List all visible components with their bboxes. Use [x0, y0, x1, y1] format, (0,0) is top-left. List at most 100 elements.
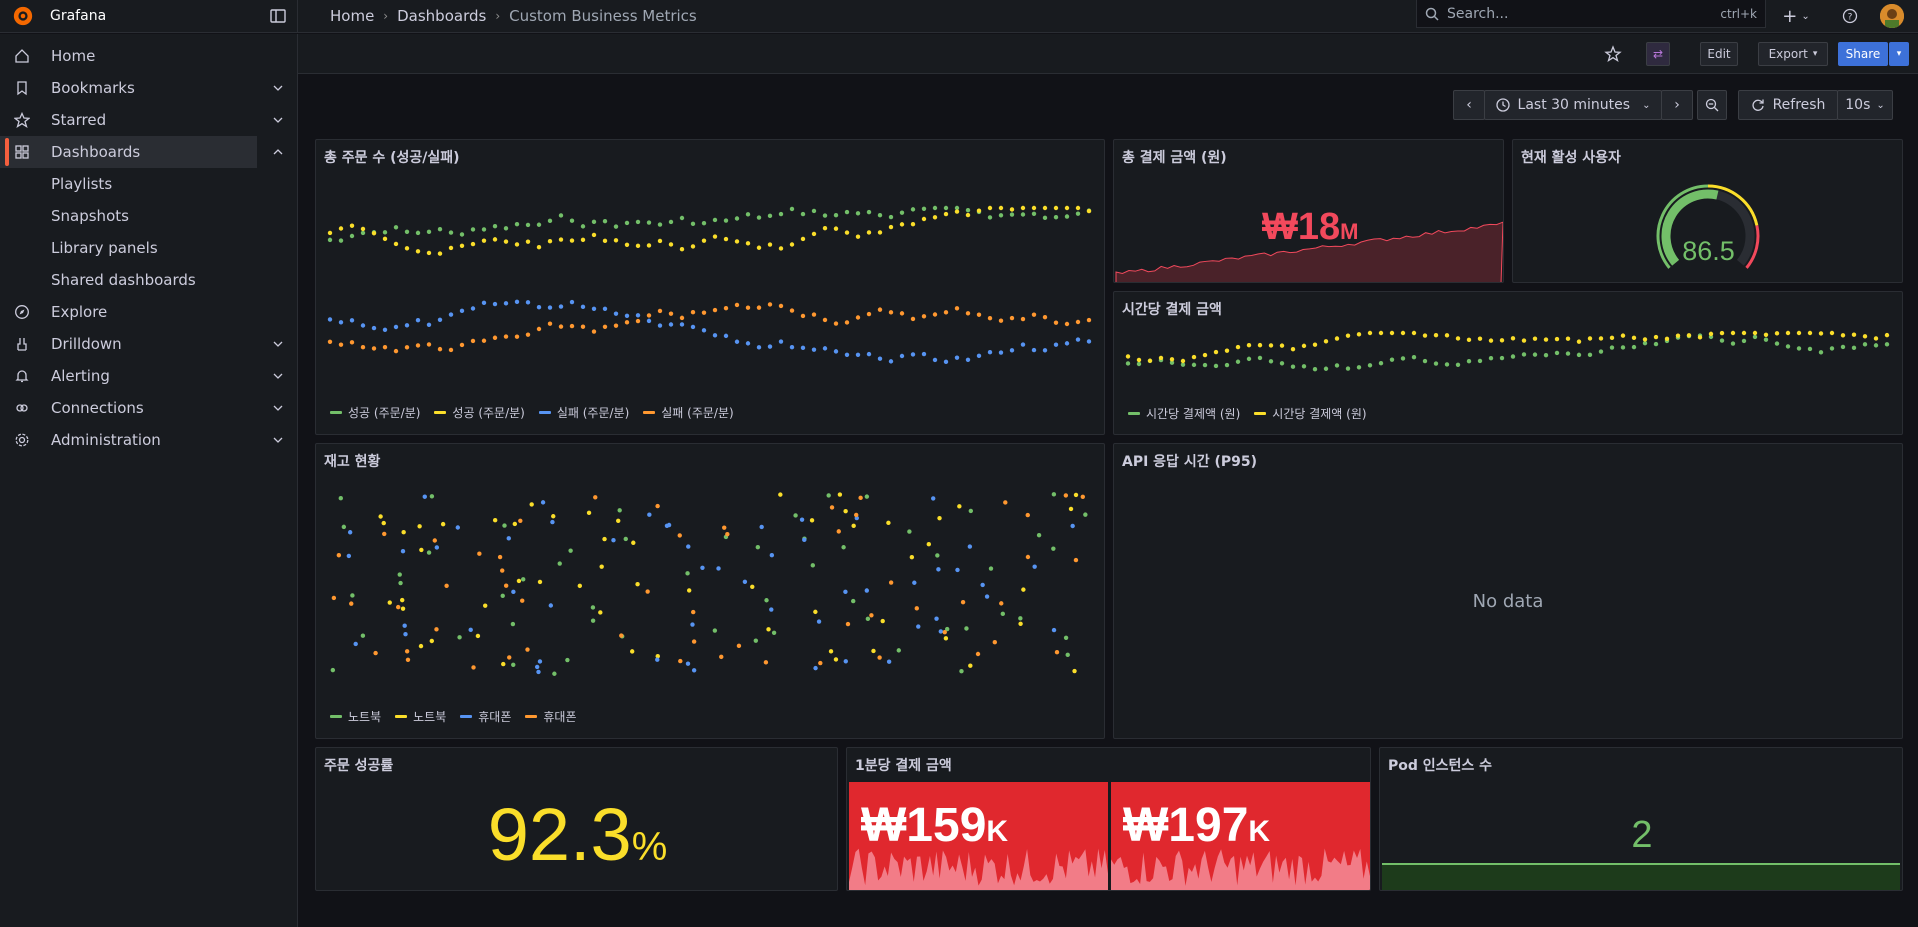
- chevron-down-icon[interactable]: [272, 370, 284, 382]
- scatter-point: [965, 357, 971, 362]
- scatter-point: [723, 333, 729, 339]
- nav-item-starred[interactable]: Starred: [0, 104, 297, 136]
- search-input[interactable]: Search... ctrl+k: [1416, 0, 1766, 28]
- scatter-point: [514, 221, 520, 227]
- nav-item-dashboards[interactable]: Dashboards: [0, 136, 283, 168]
- scatter-point: [371, 325, 377, 331]
- edit-button[interactable]: Edit: [1700, 42, 1738, 66]
- chevron-down-icon[interactable]: [272, 114, 284, 126]
- scatter-point: [381, 520, 386, 526]
- scatter-point: [1086, 317, 1092, 323]
- scatter-point: [943, 205, 949, 211]
- share-menu-button[interactable]: ▾: [1889, 42, 1909, 66]
- time-picker-button[interactable]: Last 30 minutes ⌄: [1484, 90, 1662, 120]
- scatter-point: [518, 518, 523, 523]
- chevron-down-icon[interactable]: [272, 402, 284, 414]
- legend-item[interactable]: 시간당 결제액 (원): [1128, 405, 1240, 422]
- chevron-up-icon[interactable]: [272, 146, 284, 158]
- scatter-point: [1774, 341, 1780, 346]
- panel-api-latency[interactable]: API 응답 시간 (P95) No data: [1113, 443, 1903, 739]
- scatter-point: [404, 229, 410, 235]
- export-button[interactable]: Export ▾: [1758, 42, 1828, 66]
- legend-item[interactable]: 실패 (주문/분): [643, 404, 734, 421]
- panel-hourly-payment[interactable]: 시간당 결제 금액 시간당 결제액 (원) 시간당 결제액 (원): [1113, 291, 1903, 435]
- dock-menu-icon[interactable]: [269, 7, 287, 25]
- legend-item[interactable]: 노트북: [395, 708, 446, 725]
- nav-subitem-playlists[interactable]: Playlists: [0, 168, 297, 200]
- breadcrumb-dashboards[interactable]: Dashboards: [397, 7, 486, 25]
- nav-item-home[interactable]: Home: [0, 40, 297, 72]
- scatter-point: [965, 212, 971, 218]
- scatter-point: [481, 338, 487, 343]
- refresh-button[interactable]: Refresh: [1738, 90, 1838, 120]
- scatter-point: [1072, 668, 1077, 674]
- panel-total-orders[interactable]: 총 주문 수 (성공/실패) 성공 (주문/분) 성공 (주문/분) 실패 (주문/…: [315, 139, 1105, 435]
- scatter-point: [1064, 214, 1070, 219]
- panel-pod-count[interactable]: Pod 인스턴스 수 2: [1379, 747, 1903, 891]
- scatter-point: [854, 512, 859, 518]
- scatter-point: [503, 239, 509, 244]
- breadcrumb-home[interactable]: Home: [330, 7, 374, 25]
- legend-item[interactable]: 성공 (주문/분): [330, 404, 420, 421]
- nav-item-administration[interactable]: Administration: [0, 424, 297, 456]
- legend-label: 휴대폰: [478, 710, 512, 724]
- scatter-point: [1367, 363, 1373, 368]
- nav-subitem-shared-dashboards[interactable]: Shared dashboards: [0, 264, 297, 296]
- scatter-point: [745, 212, 751, 217]
- chevron-down-icon[interactable]: [272, 338, 284, 350]
- per-minute-number-2: ₩197: [1123, 799, 1249, 852]
- legend-item[interactable]: 휴대폰: [460, 708, 511, 725]
- payment-value: ₩18M: [1262, 206, 1358, 249]
- nav-item-drilldown[interactable]: Drilldown: [0, 328, 297, 360]
- panel-per-minute-payment[interactable]: 1분당 결제 금액 ₩159K ₩197K: [846, 747, 1371, 891]
- scatter-point: [1053, 320, 1059, 325]
- star-icon[interactable]: [1604, 45, 1622, 63]
- panel-active-users[interactable]: 현재 활성 사용자 86.5: [1512, 139, 1903, 283]
- scatter-point: [481, 238, 487, 243]
- help-button[interactable]: ?: [1840, 5, 1860, 27]
- scatter-point: [1042, 314, 1048, 320]
- nav-item-explore[interactable]: Explore: [0, 296, 297, 328]
- nav-item-alerting[interactable]: Alerting: [0, 360, 297, 392]
- public-dashboard-button[interactable]: ⇄: [1646, 42, 1670, 66]
- scatter-point: [1378, 361, 1384, 366]
- panel-success-rate[interactable]: 주문 성공률 92.3%: [315, 747, 838, 891]
- legend-item[interactable]: 실패 (주문/분): [538, 404, 629, 421]
- nav-item-connections[interactable]: Connections: [0, 392, 297, 424]
- legend-item[interactable]: 성공 (주문/분): [434, 404, 525, 421]
- scatter-point: [586, 510, 592, 516]
- nav-item-bookmarks[interactable]: Bookmarks: [0, 72, 297, 104]
- chevron-down-icon[interactable]: [272, 434, 284, 446]
- time-back-button[interactable]: ‹: [1453, 90, 1485, 120]
- scatter-point: [602, 218, 608, 224]
- panel-total-payment[interactable]: 총 결제 금액 (원) ₩18M: [1113, 139, 1504, 283]
- scatter-point: [888, 214, 894, 220]
- scatter-point: [341, 524, 347, 530]
- scatter-point: [655, 657, 660, 662]
- scatter-point: [591, 232, 597, 238]
- legend-item[interactable]: 시간당 결제액 (원): [1254, 405, 1367, 422]
- legend-item[interactable]: 휴대폰: [525, 708, 577, 725]
- grafana-logo-icon[interactable]: [12, 5, 34, 27]
- scatter-point: [481, 227, 487, 232]
- scatter-point: [492, 301, 498, 307]
- share-button[interactable]: Share: [1838, 42, 1888, 66]
- scatter-point: [1631, 335, 1637, 341]
- scatter-point: [975, 651, 981, 657]
- time-forward-button[interactable]: ›: [1661, 90, 1693, 120]
- chevron-down-icon[interactable]: [272, 82, 284, 94]
- panel-inventory[interactable]: 재고 현황 노트북 노트북 휴대폰 휴대폰: [315, 443, 1105, 739]
- legend-item[interactable]: 노트북: [330, 708, 381, 725]
- refresh-interval-button[interactable]: 10s ⌄: [1837, 90, 1893, 120]
- nav-subitem-library-panels[interactable]: Library panels: [0, 232, 297, 264]
- zoom-out-button[interactable]: [1697, 90, 1727, 120]
- scatter-point: [1565, 336, 1571, 341]
- scatter-point: [657, 308, 663, 314]
- nav-subitem-snapshots[interactable]: Snapshots: [0, 200, 297, 232]
- scatter-point: [716, 566, 721, 571]
- user-avatar[interactable]: [1880, 4, 1904, 28]
- scatter-point: [844, 209, 850, 215]
- scatter-point: [745, 241, 751, 246]
- add-button[interactable]: + ⌄: [1778, 5, 1814, 27]
- scatter-point: [1279, 361, 1285, 366]
